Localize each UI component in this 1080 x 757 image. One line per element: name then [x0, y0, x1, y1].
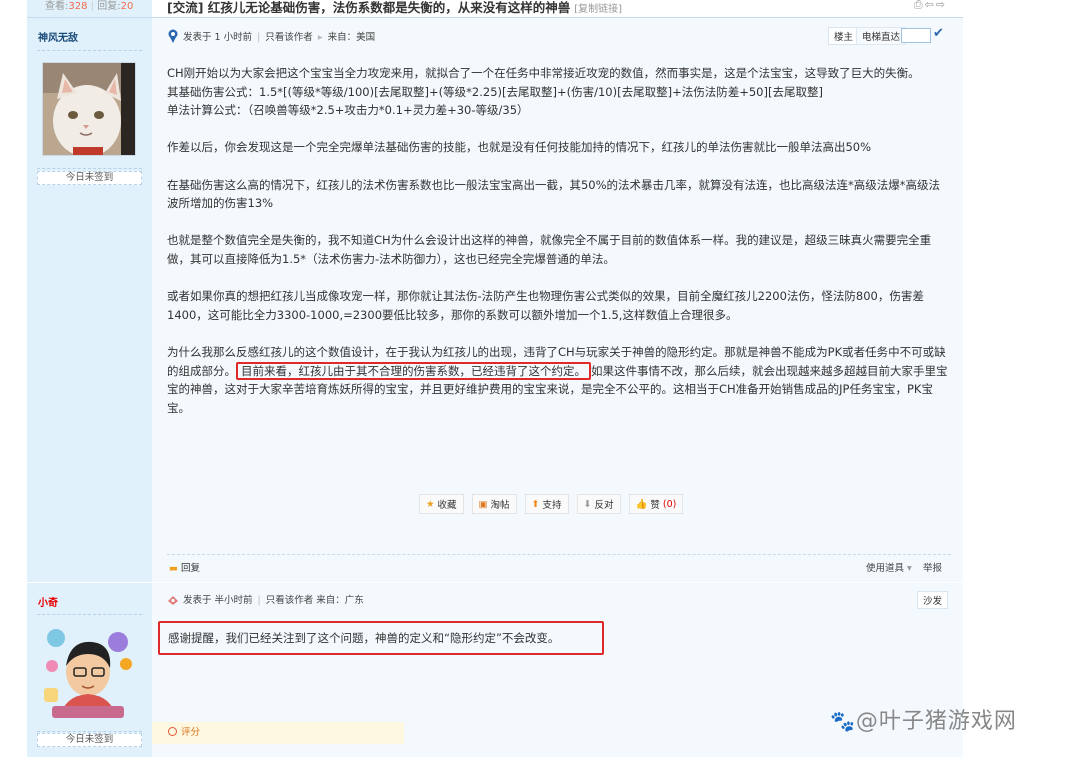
thread-stats-cell: 查看:328 | 回复:20: [27, 0, 152, 17]
post-origin: 来自：广东: [316, 595, 364, 606]
favorite-button[interactable]: ★ 收藏: [419, 494, 464, 514]
share-icon: ▣: [478, 498, 488, 510]
reply-icon: ▬: [169, 563, 178, 574]
use-tools-menu[interactable]: 使用道具 ▾: [866, 560, 912, 574]
paragraph-2: 作差以后，你会发现这是一个完全完爆单法基础伤害的技能，也就是没有任何技能加持的情…: [167, 140, 872, 155]
paragraph-5: 或者如果你真的想把红孩儿当成像攻宠一样，那你就让其法伤-法防产生也物理伤害公式类…: [167, 289, 924, 322]
post-2-content: 感谢提醒，我们已经关注到了这个问题，神兽的定义和“隐形约定”不会改变。: [158, 621, 604, 655]
use-tools-label: 使用道具: [866, 563, 905, 574]
post-time: 发表于 半小时前: [183, 595, 253, 606]
divider: [167, 554, 951, 555]
paragraph-line: 单法计算公式：（召唤兽等级*2.5+攻击力*0.1+灵力差+30-等级/35）: [167, 103, 529, 118]
support-label: 支持: [542, 500, 562, 511]
post-1-author[interactable]: 神风无敌: [38, 29, 78, 44]
arrow-up-icon: ⬆: [531, 498, 540, 510]
paragraph-3: 在基础伤害这么高的情况下，红孩儿的法术伤害系数也比一般法宝宝高出一截，其50%的…: [167, 177, 941, 211]
post-2-author[interactable]: 小奇: [38, 594, 58, 609]
watermark: 🐾@叶子猪游戏网: [830, 703, 1017, 735]
avatar[interactable]: [42, 626, 134, 718]
signin-badge: 今日未签到: [37, 171, 142, 185]
paragraph-4: 也就是整个数值完全是失衡的，我不知道CH为什么会设计出这样的神兽，就像完全不属于…: [167, 233, 932, 266]
divider: [37, 614, 142, 615]
circle-icon: [168, 727, 177, 736]
post-1-content: CH刚开始以为大家会把这个宝宝当全力攻宠来用，就拟合了一个在任务中非常接近攻宠的…: [167, 64, 951, 436]
like-button[interactable]: 👍 赞 (0): [628, 494, 684, 514]
oppose-label: 反对: [594, 500, 614, 511]
elevator-label: 电梯直达: [856, 27, 907, 45]
oppose-button[interactable]: ⬇ 反对: [576, 494, 621, 514]
reply-label: 回复: [181, 563, 201, 574]
post-time: 发表于 1 小时前: [183, 32, 253, 43]
star-icon: ★: [426, 498, 435, 510]
favorite-label: 收藏: [437, 500, 457, 511]
like-count: (0): [662, 498, 677, 510]
post-origin: 来自：美国: [327, 32, 376, 43]
only-author-link[interactable]: 只看该作者: [265, 32, 313, 43]
views-count: 328: [68, 1, 88, 12]
paragraph-1: CH刚开始以为大家会把这个宝宝当全力攻宠来用，就拟合了一个在任务中非常接近攻宠的…: [167, 64, 951, 120]
watermark-text: @叶子猪游戏网: [855, 709, 1017, 734]
arrow-down-icon: ⬇: [583, 498, 592, 510]
like-label: 赞: [650, 500, 660, 511]
report-link[interactable]: 举报: [923, 560, 942, 574]
thread-tools: ⎙⇦⇨: [914, 0, 947, 12]
paw-icon: 🐾: [830, 709, 856, 733]
chevron-down-icon: ▾: [907, 563, 912, 574]
divider: [37, 168, 142, 169]
views-label: 查看:: [45, 1, 69, 12]
share-button[interactable]: ▣ 淘帖: [471, 494, 517, 514]
rate-link[interactable]: 评分: [152, 722, 404, 744]
thread-title: [交流] 红孩儿无论基础伤害，法伤系数都是失衡的，从来没有这样的神兽 [复制链接]: [167, 0, 622, 16]
signin-badge: 今日未签到: [37, 733, 142, 747]
post-2-meta: 发表于 半小时前 | 只看该作者 来自：广东: [167, 592, 364, 609]
post-actions: ★ 收藏 ▣ 淘帖 ⬆ 支持 ⬇ 反对 👍 赞 (0): [419, 494, 684, 514]
prev-thread-icon[interactable]: ⇦: [925, 0, 936, 11]
floor-label: 沙发: [917, 591, 949, 609]
thread-stats: 查看:328 | 回复:20: [45, 1, 134, 12]
thread-title-text: [交流] 红孩儿无论基础伤害，法伤系数都是失衡的，从来没有这样的神兽: [167, 0, 571, 15]
divider: [37, 50, 142, 51]
rate-label: 评分: [181, 727, 201, 738]
thumbs-up-icon: 👍: [635, 498, 648, 510]
paragraph-line: 其基础伤害公式：1.5*[(等级*等级/100)[去尾取整]+(等级*2.25)…: [167, 84, 823, 99]
only-author-link[interactable]: 只看该作者: [266, 595, 314, 606]
share-label: 淘帖: [490, 500, 510, 511]
post-1-meta: 发表于 1 小时前 | 只看该作者 ▸ 来自：美国: [167, 29, 375, 46]
thread-container: 查看:328 | 回复:20 [交流] 红孩儿无论基础伤害，法伤系数都是失衡的，…: [27, 0, 963, 757]
divider: [37, 731, 142, 732]
replies-count: 20: [120, 1, 134, 12]
support-button[interactable]: ⬆ 支持: [524, 494, 569, 514]
print-icon[interactable]: ⎙: [914, 0, 925, 11]
copy-link[interactable]: [复制链接]: [574, 4, 622, 15]
avatar[interactable]: [42, 62, 136, 156]
paragraph-line: CH刚开始以为大家会把这个宝宝当全力攻宠来用，就拟合了一个在任务中非常接近攻宠的…: [167, 66, 920, 80]
cartoon-avatar-image: [44, 629, 132, 718]
reply-link[interactable]: ▬ 回复: [169, 560, 200, 574]
floor-jump-input[interactable]: [901, 28, 931, 43]
highlighted-text: 目前来看，红孩儿由于其不合理的伤害系数，已经违背了这个约定。: [236, 361, 591, 380]
floor-label: 楼主: [828, 27, 860, 45]
paragraph-6: 为什么我那么反感红孩儿的这个数值设计，在于我认为红孩儿的出现，违背了CH与玩家关…: [167, 343, 951, 417]
next-thread-icon[interactable]: ⇨: [936, 0, 947, 11]
cat-avatar-image: [43, 63, 135, 155]
post-status-icon: [167, 594, 179, 609]
replies-label: 回复:: [97, 1, 121, 12]
post-status-icon: [167, 29, 179, 46]
go-icon[interactable]: ✔: [933, 26, 944, 41]
